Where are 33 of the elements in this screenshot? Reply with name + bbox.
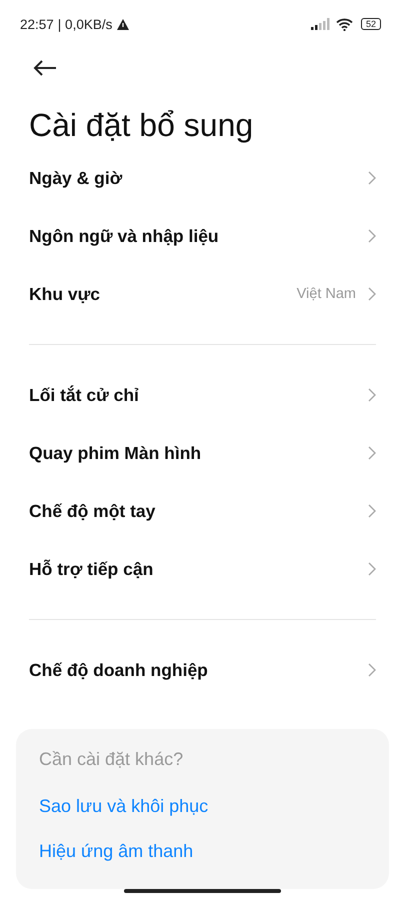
item-label: Ngôn ngữ và nhập liệu <box>29 226 220 246</box>
chevron-icon <box>368 171 376 185</box>
settings-item[interactable]: Ngày & giờ <box>0 149 405 207</box>
item-label: Khu vực <box>29 284 102 304</box>
settings-item[interactable]: Quay phim Màn hình <box>0 424 405 482</box>
network-speed: | 0,0KB/s <box>58 16 112 32</box>
settings-item[interactable]: Lối tắt cử chỉ <box>0 366 405 424</box>
chevron-icon <box>368 388 376 402</box>
chevron-icon <box>368 287 376 301</box>
chevron-icon <box>368 446 376 460</box>
settings-item[interactable]: Chế độ một tay <box>0 482 405 540</box>
settings-item[interactable]: Chế độ doanh nghiệp <box>0 641 405 699</box>
item-label: Hỗ trợ tiếp cận <box>29 558 154 580</box>
chevron-icon <box>368 562 376 576</box>
item-label: Ngày & giờ <box>29 168 124 188</box>
settings-item[interactable]: Khu vực Việt Nam <box>0 265 405 323</box>
status-time: 22:57 <box>20 16 54 32</box>
card-title: Cần cài đặt khác? <box>39 749 184 771</box>
item-label: Chế độ một tay <box>29 500 156 522</box>
item-label: Quay phim Màn hình <box>29 442 202 464</box>
battery-icon: 52 <box>360 18 381 30</box>
item-value: Việt Nam <box>296 286 356 302</box>
warning-icon <box>117 18 130 30</box>
chevron-icon <box>368 229 376 243</box>
signal-icon <box>310 18 331 30</box>
page-title: Cài đặt bổ sung <box>29 106 254 145</box>
chevron-icon <box>368 663 376 677</box>
chevron-icon <box>368 504 376 518</box>
item-label: Lối tắt cử chỉ <box>29 384 140 406</box>
wifi-icon <box>336 18 353 30</box>
settings-item[interactable]: Hỗ trợ tiếp cận <box>0 540 405 598</box>
settings-item[interactable]: Ngôn ngữ và nhập liệu <box>0 207 405 265</box>
item-label: Chế độ doanh nghiệp <box>29 660 209 680</box>
